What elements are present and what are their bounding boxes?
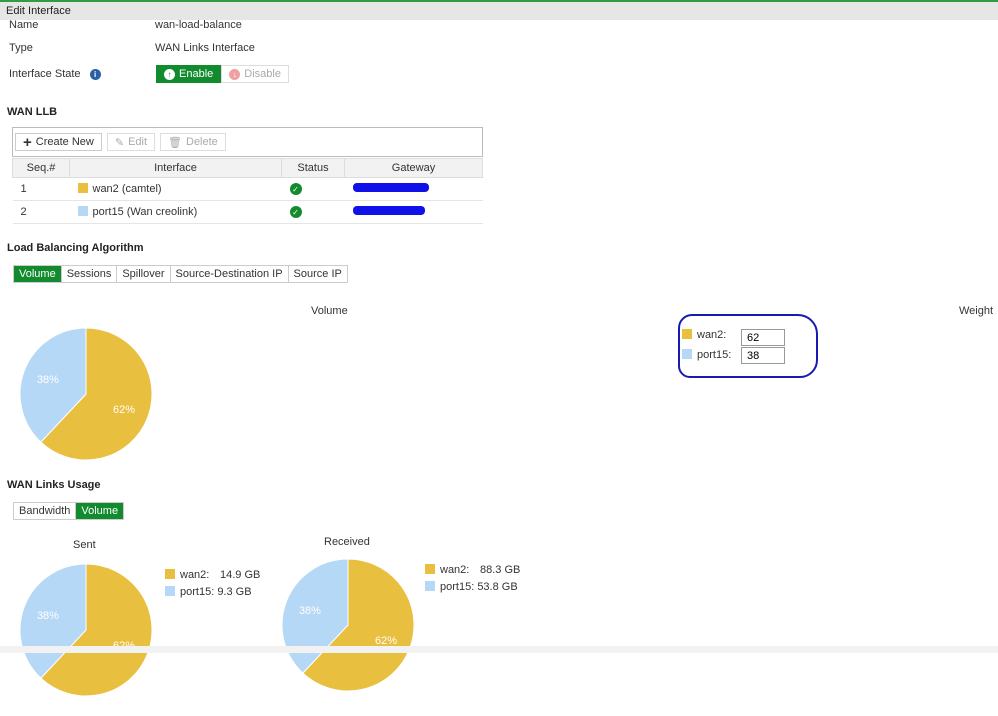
enable-button[interactable]: ↑ Enable	[156, 65, 222, 83]
color-swatch	[425, 581, 435, 591]
weight-label: wan2:	[697, 329, 727, 341]
lba-heading: Load Balancing Algorithm	[7, 242, 144, 254]
bottom-bar	[0, 646, 998, 653]
delete-label: Delete	[186, 136, 218, 148]
legend-label: port15:	[180, 586, 215, 598]
color-swatch	[165, 569, 175, 579]
color-swatch	[165, 586, 175, 596]
interface-cell: port15 (Wan creolink)	[92, 206, 198, 218]
sent-legend: wan2: 14.9 GB port15: 9.3 GB	[165, 567, 260, 601]
color-swatch	[682, 329, 692, 339]
redacted-gateway	[352, 183, 429, 192]
create-new-label: Create New	[35, 136, 94, 148]
lba-tabs: Volume Sessions Spillover Source-Destina…	[13, 265, 348, 283]
wan-llb-heading: WAN LLB	[7, 106, 58, 118]
color-swatch	[77, 183, 88, 193]
tab-source-ip[interactable]: Source IP	[288, 266, 347, 282]
wan-llb-table: Seq.# Interface Status Gateway 1 wan2 (c…	[12, 158, 483, 224]
tab-source-destination-ip[interactable]: Source-Destination IP	[170, 266, 289, 282]
check-icon: ✓	[289, 183, 302, 196]
type-value: WAN Links Interface	[155, 42, 255, 54]
arrow-up-icon: ↑	[164, 68, 175, 80]
wan-llb-toolbar: + Create New ✎ Edit 🗑 Delete	[12, 127, 483, 157]
volume-chart-title: Volume	[311, 305, 348, 317]
pie-label: 62%	[113, 404, 135, 416]
arrow-down-icon: ↓	[229, 68, 241, 80]
pie-label: 38%	[37, 610, 59, 622]
legend-label: wan2:	[440, 564, 470, 576]
table-row[interactable]: 1 wan2 (camtel) ✓	[12, 177, 483, 201]
seq-cell: 2	[12, 200, 70, 224]
received-legend: wan2: 88.3 GB port15: 53.8 GB	[425, 562, 520, 596]
received-pie-chart: 62%38%	[281, 558, 415, 692]
tab-bandwidth[interactable]: Bandwidth	[14, 503, 77, 519]
check-icon: ✓	[289, 206, 302, 219]
plus-icon: +	[23, 133, 32, 151]
color-swatch	[425, 564, 435, 574]
weight-annotation-circle	[678, 314, 818, 378]
disable-button[interactable]: ↓ Disable	[221, 65, 289, 83]
legend-value: 14.9 GB	[220, 569, 261, 581]
interface-state-text: Interface State	[9, 68, 81, 80]
table-row[interactable]: 2 port15 (Wan creolink) ✓	[12, 200, 483, 224]
edit-icon: ✎	[114, 136, 125, 149]
wan2-weight-input[interactable]	[741, 329, 785, 346]
interface-state-toggle: ↑ Enable ↓ Disable	[156, 65, 289, 83]
seq-cell: 1	[12, 177, 70, 201]
tab-usage-volume[interactable]: Volume	[76, 503, 124, 519]
legend-label: port15:	[440, 581, 475, 593]
info-icon[interactable]: i	[89, 69, 101, 80]
col-seq[interactable]: Seq.#	[12, 158, 70, 178]
color-swatch	[77, 206, 88, 216]
tab-spillover[interactable]: Spillover	[117, 266, 171, 282]
interface-cell: wan2 (camtel)	[92, 183, 162, 195]
type-label: Type	[9, 42, 33, 54]
dialog-title: Edit Interface	[0, 2, 998, 20]
legend-value: 53.8 GB	[477, 581, 518, 593]
port15-weight-input[interactable]	[741, 347, 785, 364]
name-label: Name	[9, 19, 39, 31]
weight-row: wan2:	[682, 329, 739, 341]
legend-value: 9.3 GB	[217, 586, 252, 598]
name-value: wan-load-balance	[155, 19, 242, 31]
color-swatch	[682, 349, 692, 359]
usage-heading: WAN Links Usage	[7, 479, 101, 491]
pie-label: 38%	[37, 374, 59, 386]
trash-icon: 🗑	[168, 136, 182, 149]
edit-label: Edit	[128, 136, 148, 148]
weight-row: port15:	[682, 349, 731, 361]
volume-pie-chart: 62% 38%	[19, 327, 153, 461]
create-new-button[interactable]: + Create New	[15, 133, 102, 151]
weight-label: port15:	[697, 349, 732, 361]
col-interface[interactable]: Interface	[69, 158, 282, 178]
col-gateway[interactable]: Gateway	[344, 158, 483, 178]
pie-label: 38%	[299, 605, 321, 617]
sent-pie-chart: 62%38%	[19, 563, 153, 697]
weight-title: Weight	[959, 305, 994, 317]
legend-value: 88.3 GB	[480, 564, 521, 576]
interface-state-label: Interface State i	[9, 68, 101, 80]
tab-volume[interactable]: Volume	[14, 266, 62, 282]
edit-button[interactable]: ✎ Edit	[106, 133, 156, 151]
legend-label: wan2:	[180, 569, 210, 581]
disable-label: Disable	[244, 68, 281, 80]
col-status[interactable]: Status	[281, 158, 345, 178]
redacted-gateway	[352, 206, 425, 215]
enable-label: Enable	[179, 68, 214, 80]
delete-button[interactable]: 🗑 Delete	[160, 133, 226, 151]
usage-tabs: Bandwidth Volume	[13, 502, 125, 520]
tab-sessions[interactable]: Sessions	[61, 266, 118, 282]
